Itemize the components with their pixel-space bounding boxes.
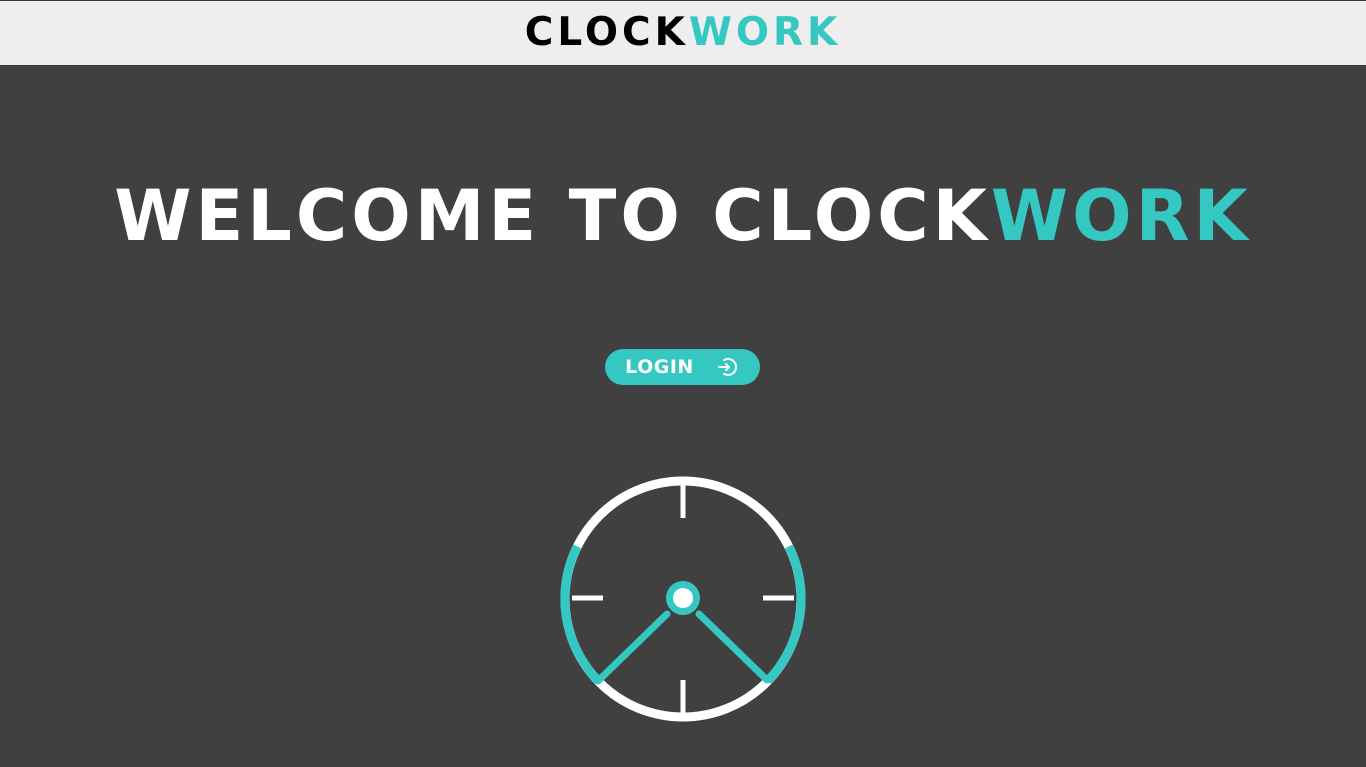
clockwork-logo[interactable]: CLOCKWORK (525, 13, 842, 52)
login-button[interactable]: LOGIN (605, 349, 760, 385)
page-title: WELCOME TO CLOCKWORK (0, 176, 1366, 256)
main-content: WELCOME TO CLOCKWORK LOGIN (0, 66, 1366, 767)
welcome-accent-text: WORK (990, 175, 1252, 257)
login-arrow-icon (716, 355, 740, 379)
logo-clock-text: CLOCK (524, 9, 689, 55)
welcome-text: WELCOME TO CLOCK (114, 175, 991, 257)
top-header: CLOCKWORK (0, 0, 1366, 66)
clock-icon (560, 476, 806, 722)
login-label: LOGIN (625, 356, 694, 378)
logo-work-text: WORK (688, 9, 842, 55)
